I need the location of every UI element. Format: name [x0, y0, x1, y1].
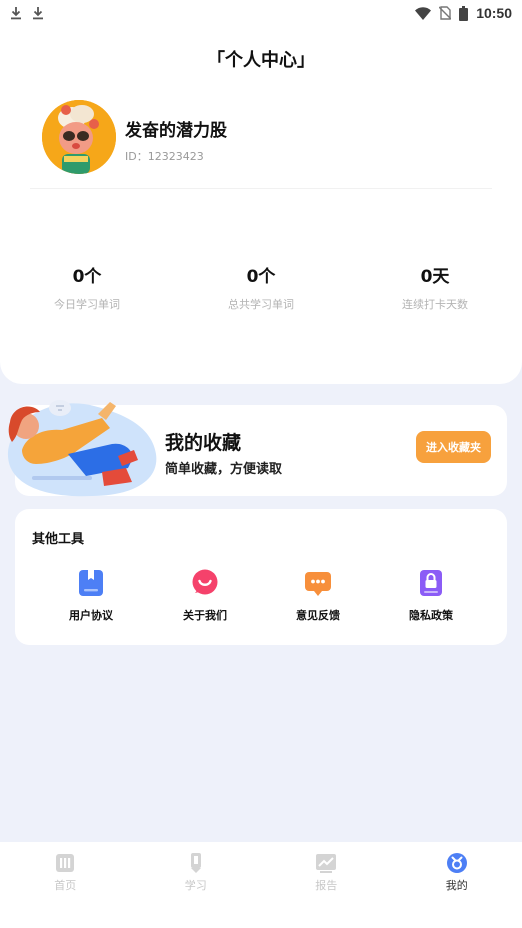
- stat-total-words: 0个 总共学习单词: [174, 262, 348, 312]
- stat-streak-days: 0天 连续打卡天数: [348, 262, 522, 312]
- tool-label: 用户协议: [69, 609, 113, 622]
- reclining-person-illustration: [2, 392, 162, 500]
- status-left: [10, 6, 44, 20]
- bottom-nav: 首页 学习 报告 我的: [0, 842, 522, 928]
- nav-label: 首页: [54, 879, 77, 892]
- wifi-icon: [415, 6, 432, 20]
- tool-user-agreement[interactable]: 用户协议: [41, 569, 141, 623]
- divider: [30, 188, 492, 189]
- smile-chat-icon: [191, 569, 219, 597]
- favorites-title: 我的收藏: [165, 432, 242, 454]
- chat-dots-icon: [304, 569, 332, 597]
- no-sim-icon: [439, 6, 452, 20]
- profile-icon: [446, 852, 468, 874]
- tool-privacy-policy[interactable]: 隐私政策: [381, 569, 481, 623]
- tool-about-us[interactable]: 关于我们: [155, 569, 255, 623]
- page-title: 「个人中心」: [207, 50, 315, 71]
- status-time: 10:50: [476, 5, 512, 21]
- stat-today-words: 0个 今日学习单词: [0, 262, 174, 312]
- stat-label: 总共学习单词: [228, 298, 294, 311]
- stat-value: 0天: [420, 267, 450, 287]
- battery-icon: [459, 5, 469, 21]
- stat-label: 今日学习单词: [54, 298, 120, 311]
- status-right: 10:50: [415, 5, 512, 21]
- pencil-icon: [185, 852, 207, 874]
- stat-label: 连续打卡天数: [402, 298, 468, 311]
- tool-label: 意见反馈: [296, 609, 340, 622]
- user-id: ID：12323423: [125, 150, 204, 163]
- avatar[interactable]: [42, 100, 116, 174]
- chart-icon: [315, 852, 337, 874]
- tool-label: 关于我们: [183, 609, 227, 622]
- open-favorites-button[interactable]: 进入收藏夹: [416, 431, 491, 463]
- nav-label: 学习: [184, 879, 207, 892]
- stat-value: 0个: [246, 267, 276, 287]
- nav-item-report[interactable]: 报告: [261, 842, 392, 928]
- avatar-character-icon: [42, 100, 116, 174]
- download-icon: [10, 6, 22, 20]
- nav-item-mine[interactable]: 我的: [392, 842, 522, 928]
- nav-item-study[interactable]: 学习: [131, 842, 262, 928]
- stat-value: 0个: [72, 267, 102, 287]
- profile-card: 「个人中心」 发奋的潜力股 ID：12323423 0个 今日学习单词 0个 总…: [0, 0, 522, 384]
- tools-title: 其他工具: [32, 532, 85, 547]
- tool-label: 隐私政策: [409, 609, 453, 622]
- home-grid-icon: [54, 852, 76, 874]
- user-name: 发奋的潜力股: [125, 121, 227, 141]
- stats-row: 0个 今日学习单词 0个 总共学习单词 0天 连续打卡天数: [0, 262, 522, 312]
- tools-card: 其他工具 用户协议 关于我们 意见反馈 隐私政策: [15, 509, 507, 645]
- nav-label: 报告: [315, 879, 338, 892]
- nav-item-home[interactable]: 首页: [0, 842, 131, 928]
- lock-doc-icon: [417, 569, 445, 597]
- nav-label: 我的: [445, 879, 468, 892]
- status-bar: 10:50: [0, 0, 522, 26]
- download-icon: [32, 6, 44, 20]
- tool-feedback[interactable]: 意见反馈: [268, 569, 368, 623]
- bookmark-book-icon: [77, 569, 105, 597]
- favorites-subtitle: 简单收藏，方便读取: [165, 462, 283, 477]
